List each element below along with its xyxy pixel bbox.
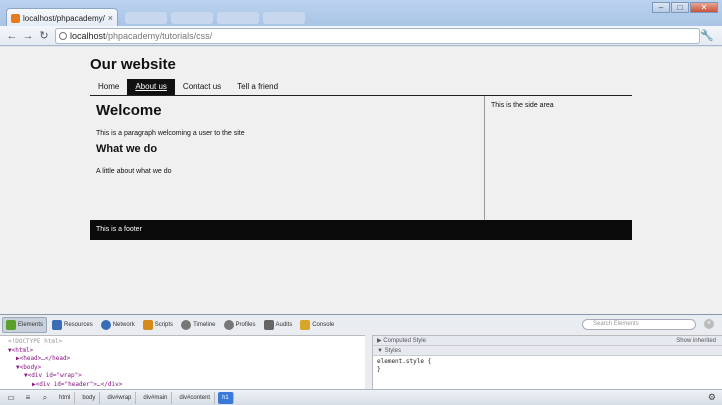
style-rule-close: } — [377, 366, 381, 373]
search-elements-input[interactable]: Search Elements — [582, 319, 696, 330]
tab-label: Elements — [18, 322, 44, 328]
url-host: localhost — [70, 31, 106, 41]
reload-button[interactable]: ↻ — [37, 29, 51, 43]
welcome-paragraph: This is a paragraph welcoming a user to … — [96, 130, 245, 137]
minimize-button[interactable]: – — [652, 2, 670, 13]
devtools-tabs: Elements Resources Network Scripts Timel… — [2, 317, 337, 333]
welcome-heading: Welcome — [96, 102, 162, 119]
timeline-icon — [181, 320, 192, 330]
dock-icon[interactable]: ▭ — [4, 392, 18, 404]
site-footer: This is a footer — [90, 220, 632, 240]
window-controls: – □ ✕ — [652, 2, 718, 13]
dom-line[interactable]: ▼<html> — [8, 347, 365, 356]
tab-label: Console — [312, 322, 335, 328]
tab-label: Timeline — [193, 322, 216, 328]
tab-title: localhost/phpacademy/tuto — [23, 13, 105, 23]
tab-label: Resources — [64, 322, 93, 328]
styles-header[interactable]: ▼ Styles — [373, 346, 722, 356]
computed-style-header[interactable]: ▶ Computed Style Show inherited — [373, 336, 722, 346]
url-path: /phpacademy/tutorials/css/ — [105, 31, 213, 41]
devtools-close-icon[interactable]: × — [704, 319, 714, 329]
site-title: Our website — [90, 56, 176, 73]
tab-label: Audits — [275, 322, 293, 328]
tab-elements[interactable]: Elements — [2, 317, 48, 333]
network-icon — [100, 320, 111, 330]
dom-line[interactable]: <!DOCTYPE html> — [8, 338, 365, 347]
breadcrumb-div-wrap[interactable]: div#wrap — [103, 391, 137, 404]
style-rule[interactable]: element.style { } — [373, 356, 722, 376]
breadcrumb-html[interactable]: html — [55, 391, 76, 404]
inspect-search-icon[interactable]: ⌕ — [38, 392, 52, 404]
site-nav: Home About us Contact us Tell a friend — [90, 79, 632, 96]
tab-label: Network — [112, 322, 135, 328]
dom-line[interactable]: ▶<head>…</head> — [8, 355, 365, 364]
page-viewport: Our website Home About us Contact us Tel… — [0, 47, 722, 314]
style-rule-open: element.style { — [377, 358, 432, 365]
console-toggle-icon[interactable]: ≡ — [21, 392, 35, 404]
dom-tree[interactable]: <!DOCTYPE html> ▼<html> ▶<head>…</head> … — [0, 335, 365, 391]
tab-timeline[interactable]: Timeline — [178, 317, 218, 333]
styles-label: Styles — [384, 348, 401, 354]
show-inherited-checkbox[interactable]: Show inherited — [676, 336, 722, 346]
what-we-do-heading: What we do — [96, 143, 158, 155]
address-bar[interactable]: localhost/phpacademy/tutorials/css/ — [55, 28, 700, 44]
settings-gear-icon[interactable]: ⚙ — [708, 392, 716, 403]
back-button[interactable]: ← — [5, 29, 19, 43]
breadcrumb-div-main[interactable]: div#main — [139, 391, 173, 404]
maximize-button[interactable]: □ — [671, 2, 689, 13]
browser-toolbar: ← → ↻ localhost/phpacademy/tutorials/css… — [0, 26, 722, 46]
audits-icon — [263, 320, 274, 330]
what-we-do-paragraph: A little about what we do — [96, 168, 172, 175]
forward-button[interactable]: → — [21, 29, 35, 43]
breadcrumb-body[interactable]: body — [78, 391, 101, 404]
browser-tab[interactable]: localhost/phpacademy/tuto × — [6, 8, 118, 27]
tab-audits[interactable]: Audits — [261, 317, 296, 333]
devtools-status-bar: ▭ ≡ ⌕ html body div#wrap div#main div#co… — [0, 389, 722, 405]
wrench-menu-icon[interactable]: 🔧 — [700, 29, 714, 42]
computed-style-label: Computed Style — [383, 338, 426, 344]
background-tabs — [125, 12, 305, 24]
breadcrumb-div-content[interactable]: div#content — [175, 391, 216, 404]
elements-icon — [6, 320, 16, 330]
tab-close-icon[interactable]: × — [108, 13, 113, 23]
nav-contact-us[interactable]: Contact us — [175, 79, 229, 95]
tab-profiles[interactable]: Profiles — [221, 317, 259, 333]
resources-icon — [52, 320, 63, 330]
profiles-icon — [223, 320, 234, 330]
globe-icon — [59, 32, 67, 40]
breadcrumb-h1[interactable]: h1 — [218, 391, 234, 404]
title-bar: localhost/phpacademy/tuto × – □ ✕ — [0, 0, 722, 27]
nav-home[interactable]: Home — [90, 79, 127, 95]
tab-network[interactable]: Network — [98, 317, 138, 333]
tab-scripts[interactable]: Scripts — [140, 317, 176, 333]
devtools-panel: Elements Resources Network Scripts Timel… — [0, 314, 722, 405]
tab-label: Scripts — [154, 322, 174, 328]
scripts-icon — [142, 320, 153, 330]
styles-pane: ▶ Computed Style Show inherited ▼ Styles … — [372, 335, 722, 391]
nav-about-us[interactable]: About us — [127, 79, 175, 95]
tab-resources[interactable]: Resources — [49, 317, 96, 333]
main-content: Welcome This is a paragraph welcoming a … — [90, 96, 485, 220]
close-window-button[interactable]: ✕ — [690, 2, 718, 13]
favicon-icon — [11, 13, 20, 23]
nav-tell-a-friend[interactable]: Tell a friend — [229, 79, 286, 95]
side-area: This is the side area — [491, 102, 554, 109]
tab-label: Profiles — [235, 322, 256, 328]
dom-line[interactable]: ▼<div id="wrap"> — [8, 372, 365, 381]
dom-line[interactable]: ▼<body> — [8, 364, 365, 373]
console-icon — [300, 320, 311, 330]
dom-line[interactable]: ▶<div id="header">…</div> — [8, 381, 365, 390]
tab-console[interactable]: Console — [297, 317, 337, 333]
